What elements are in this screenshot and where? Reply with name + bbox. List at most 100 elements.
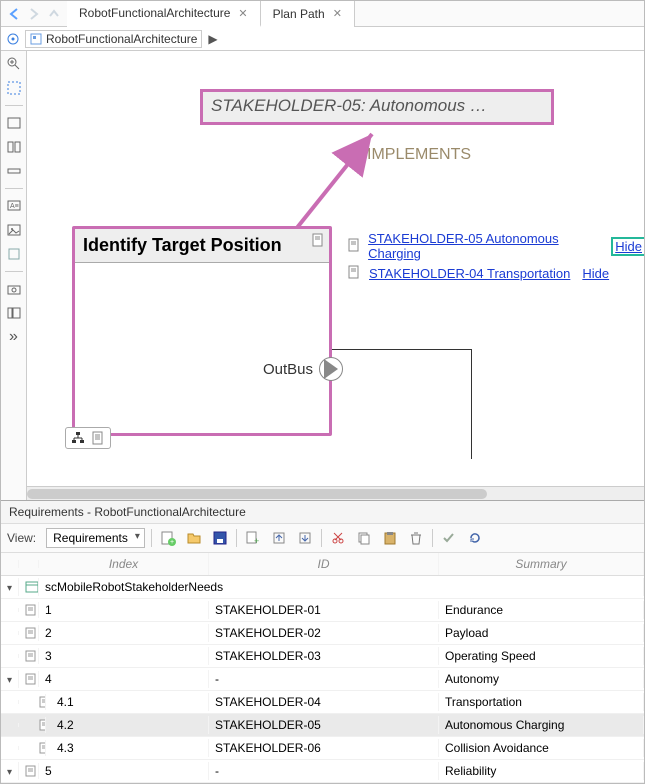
- breadcrumb-model[interactable]: RobotFunctionalArchitecture: [25, 30, 202, 48]
- signal-wire: [332, 349, 472, 459]
- more-icon[interactable]: »: [5, 328, 23, 346]
- cut-icon[interactable]: [328, 528, 348, 548]
- new-req-icon[interactable]: +: [158, 528, 178, 548]
- port-label: OutBus: [263, 361, 313, 378]
- cell-id: STAKEHOLDER-06: [209, 739, 439, 757]
- requirement-links: STAKEHOLDER-05 Autonomous Charging Hide …: [347, 231, 644, 285]
- nav-up-icon[interactable]: [45, 5, 63, 23]
- cell-index: 4: [39, 670, 209, 688]
- requirement-set-row[interactable]: ▾ scMobileRobotStakeholderNeeds: [1, 576, 644, 599]
- table-row[interactable]: 2STAKEHOLDER-02Payload: [1, 622, 644, 645]
- caret-down-icon[interactable]: ▾: [7, 583, 12, 594]
- notes-icon[interactable]: [90, 430, 106, 446]
- split-icon[interactable]: [5, 138, 23, 156]
- close-icon[interactable]: ✕: [238, 7, 247, 20]
- chevron-right-icon: ▶: [208, 32, 217, 46]
- requirement-icon: [25, 627, 32, 639]
- nav-back-icon[interactable]: [5, 5, 23, 23]
- left-toolstrip: A≡ »: [1, 51, 27, 500]
- cell-id: -: [209, 762, 439, 780]
- nav-forward-icon[interactable]: [25, 5, 43, 23]
- cell-index: 4.1: [39, 693, 209, 711]
- diagram-area[interactable]: STAKEHOLDER-05: Autonomous … IMPLEMENTS …: [27, 51, 644, 486]
- horizontal-scrollbar[interactable]: [27, 486, 644, 500]
- cell-summary: Reliability: [439, 762, 644, 780]
- stakeholder-note[interactable]: STAKEHOLDER-05: Autonomous …: [202, 91, 552, 123]
- copy-icon[interactable]: [354, 528, 374, 548]
- requirement-icon: [347, 265, 363, 281]
- camera-icon[interactable]: [5, 280, 23, 298]
- caret-down-icon[interactable]: ▾: [7, 767, 12, 778]
- col-id: ID: [209, 553, 439, 575]
- save-icon[interactable]: [210, 528, 230, 548]
- view-select[interactable]: Requirements: [46, 528, 145, 548]
- outbus-port[interactable]: OutBus: [263, 357, 343, 381]
- svg-text:+: +: [170, 539, 174, 546]
- table-row[interactable]: 4.3STAKEHOLDER-06Collision Avoidance: [1, 737, 644, 760]
- cell-index: 4.3: [39, 739, 209, 757]
- cell-summary: Transportation: [439, 693, 644, 711]
- svg-text:A≡: A≡: [10, 203, 19, 210]
- table-row[interactable]: ▾5-Reliability: [1, 760, 644, 783]
- document-icon: [311, 233, 325, 247]
- requirement-icon: [347, 238, 362, 254]
- requirements-table: Index ID Summary ▾ scMobileRobotStakehol…: [1, 553, 644, 783]
- cell-id: STAKEHOLDER-04: [209, 693, 439, 711]
- table-row[interactable]: 4.1STAKEHOLDER-04Transportation: [1, 691, 644, 714]
- requirement-link[interactable]: STAKEHOLDER-04 Transportation: [369, 266, 570, 281]
- hide-link[interactable]: Hide: [613, 239, 644, 254]
- target-icon[interactable]: [5, 31, 21, 47]
- col-index: Index: [39, 553, 209, 575]
- table-row[interactable]: 1STAKEHOLDER-01Endurance: [1, 599, 644, 622]
- add-child-icon[interactable]: +: [243, 528, 263, 548]
- hierarchy-icon[interactable]: [70, 430, 86, 446]
- promote-icon[interactable]: [269, 528, 289, 548]
- caret-down-icon[interactable]: ▾: [7, 675, 12, 686]
- block-title: Identify Target Position: [83, 235, 282, 255]
- paste-icon[interactable]: [380, 528, 400, 548]
- refresh-icon[interactable]: [465, 528, 485, 548]
- table-row[interactable]: 3STAKEHOLDER-03Operating Speed: [1, 645, 644, 668]
- block-mini-toolbar: [65, 427, 111, 449]
- breadcrumb-label: RobotFunctionalArchitecture: [46, 32, 197, 46]
- delete-icon[interactable]: [406, 528, 426, 548]
- fit-view-icon[interactable]: [5, 79, 23, 97]
- table-row[interactable]: 4.2STAKEHOLDER-05Autonomous Charging: [1, 714, 644, 737]
- identify-target-position-block[interactable]: Identify Target Position OutBus: [72, 226, 332, 436]
- requirement-icon: [25, 650, 32, 662]
- close-icon[interactable]: ✕: [333, 7, 342, 20]
- cell-id: STAKEHOLDER-03: [209, 647, 439, 665]
- table-row[interactable]: ▾ 4-Autonomy: [1, 668, 644, 691]
- box-icon[interactable]: [5, 245, 23, 263]
- image-icon[interactable]: [5, 221, 23, 239]
- collapse-icon[interactable]: [5, 162, 23, 180]
- view-label: View:: [7, 531, 36, 545]
- open-icon[interactable]: [184, 528, 204, 548]
- cell-summary: Autonomy: [439, 670, 644, 688]
- requirements-panel: Requirements - RobotFunctionalArchitectu…: [1, 500, 644, 783]
- requirement-icon: [25, 604, 32, 616]
- tab-robot-functional-architecture[interactable]: RobotFunctionalArchitecture ✕: [67, 1, 261, 27]
- check-icon[interactable]: [439, 528, 459, 548]
- library-icon[interactable]: [5, 304, 23, 322]
- demote-icon[interactable]: [295, 528, 315, 548]
- cell-summary: Collision Avoidance: [439, 739, 644, 757]
- panel-icon[interactable]: [5, 114, 23, 132]
- zoom-in-icon[interactable]: [5, 55, 23, 73]
- svg-text:+: +: [254, 536, 259, 546]
- cell-id: STAKEHOLDER-01: [209, 601, 439, 619]
- requirement-link[interactable]: STAKEHOLDER-05 Autonomous Charging: [368, 231, 601, 261]
- stakeholder-note-text: STAKEHOLDER-05: Autonomous …: [211, 96, 487, 115]
- requirements-toolbar: View: Requirements + +: [1, 523, 644, 553]
- canvas: STAKEHOLDER-05: Autonomous … IMPLEMENTS …: [27, 51, 644, 500]
- tab-plan-path[interactable]: Plan Path ✕: [261, 1, 355, 27]
- requirement-icon: [25, 673, 32, 685]
- hide-link[interactable]: Hide: [582, 266, 609, 281]
- col-summary: Summary: [439, 553, 644, 575]
- main-area: A≡ » STAKEHOLDER-05: Autonomous … IMPLEM…: [1, 51, 644, 500]
- annotation-icon[interactable]: A≡: [5, 197, 23, 215]
- requirement-link-row: STAKEHOLDER-05 Autonomous Charging Hide: [347, 231, 644, 261]
- cell-summary: Payload: [439, 624, 644, 642]
- cell-id: -: [209, 670, 439, 688]
- table-header: Index ID Summary: [1, 553, 644, 576]
